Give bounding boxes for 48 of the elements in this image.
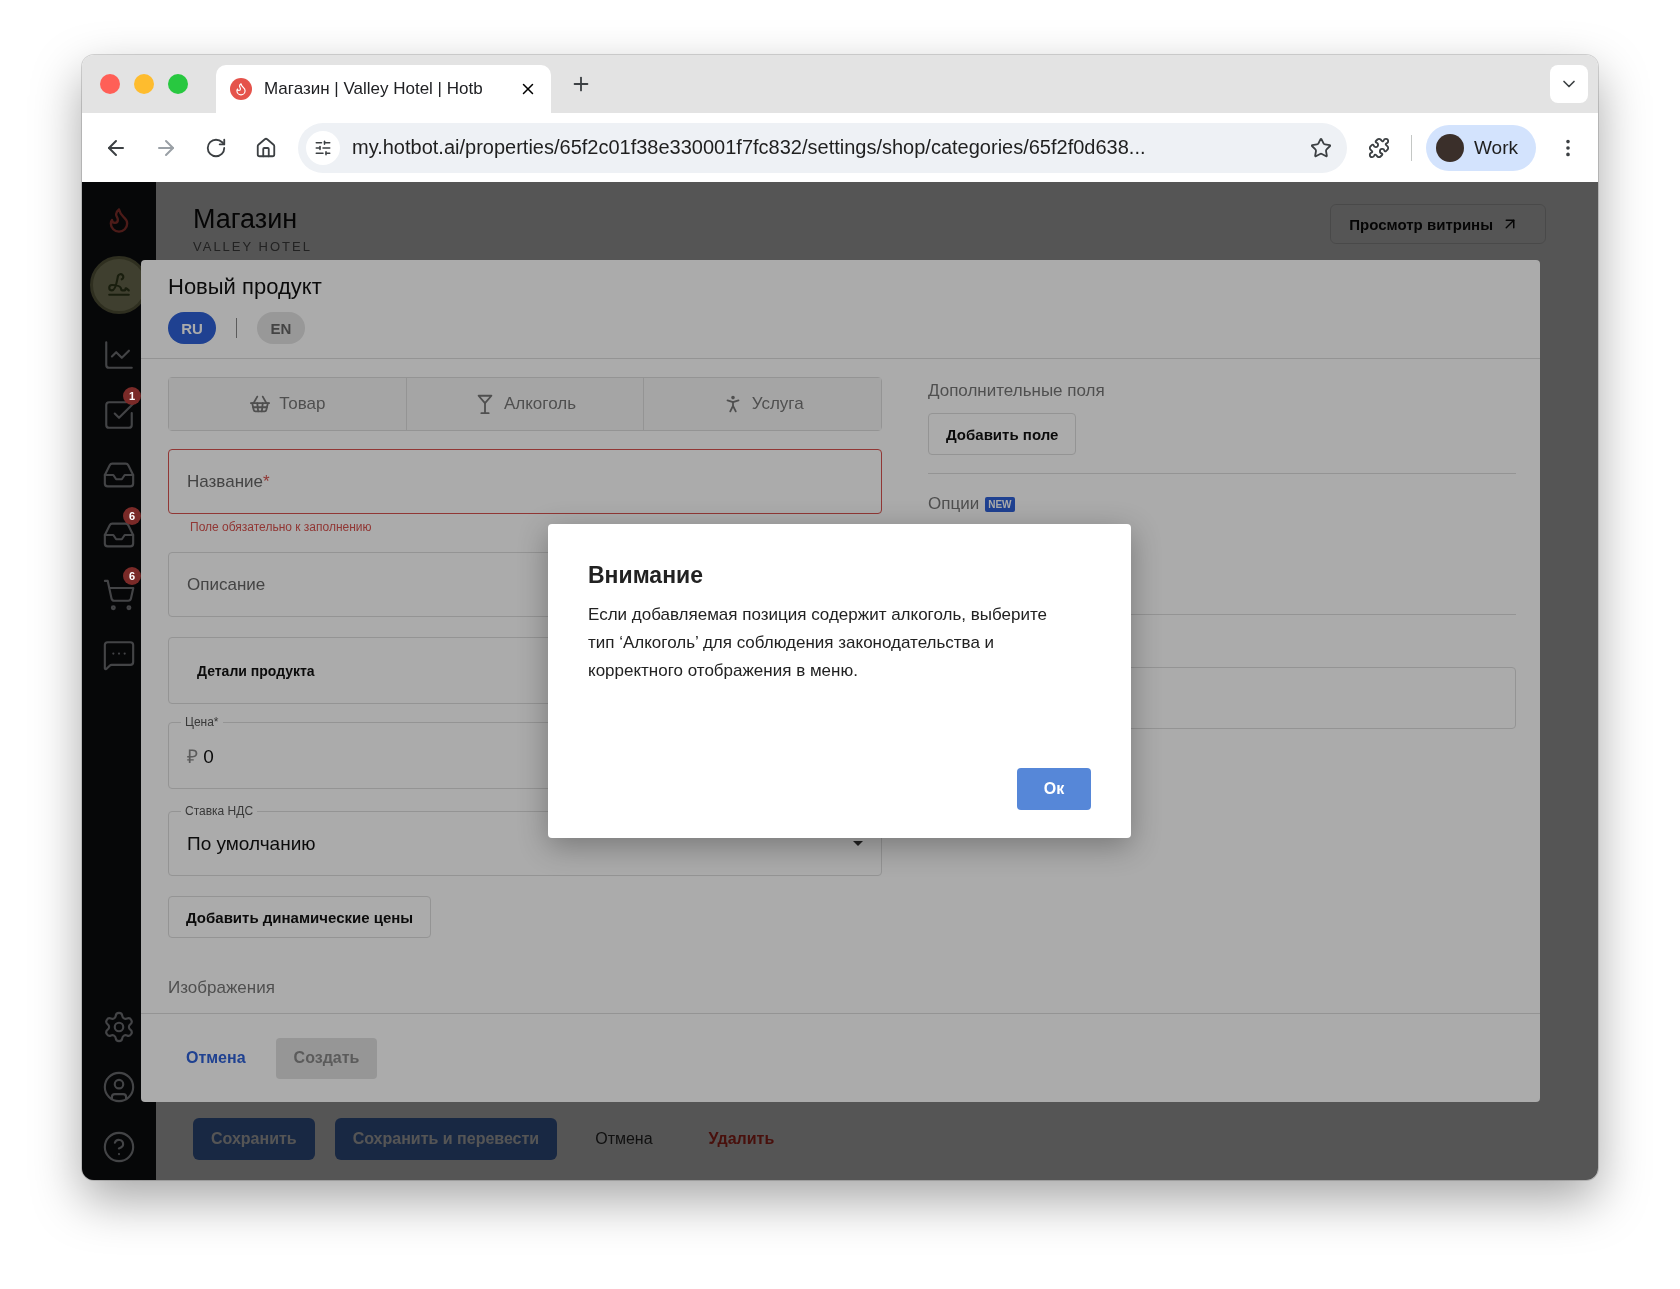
- input-field[interactable]: Название*: [168, 449, 882, 514]
- new-badge: NEW: [985, 496, 1015, 512]
- home-icon[interactable]: [255, 136, 277, 159]
- address-bar[interactable]: my.hotbot.ai/properties/65f2c01f38e330001f7fc832/settings/shop/categories/65f2f0d638...: [298, 122, 1347, 173]
- user-icon[interactable]: [102, 1070, 136, 1104]
- profile-button[interactable]: Work: [1426, 124, 1536, 171]
- storefront-button[interactable]: Просмотр витрины: [1330, 204, 1546, 244]
- count-badge: 6: [123, 567, 141, 585]
- add-dynamic-prices-button[interactable]: Добавить динамические цены: [168, 896, 432, 938]
- error-message: Поле обязательно к заполнению: [190, 520, 373, 534]
- delete-button[interactable]: Удалить: [690, 1118, 793, 1160]
- site-settings-button[interactable]: [306, 130, 340, 165]
- add-field-button[interactable]: Добавить поле: [928, 413, 1077, 455]
- tab-list-button[interactable]: [1550, 65, 1588, 103]
- chart-icon[interactable]: [102, 338, 136, 372]
- flame-icon: [230, 78, 252, 100]
- basket-icon: [249, 393, 272, 415]
- sliders-icon: [314, 138, 332, 157]
- cart-icon[interactable]: [102, 578, 136, 612]
- section-label: Дополнительные поля: [928, 381, 1106, 401]
- section-label: Опции: [928, 494, 980, 514]
- avatar: [1436, 133, 1464, 162]
- type-tab[interactable]: Товар: [169, 378, 406, 430]
- cancel-button[interactable]: Отмена: [168, 1037, 264, 1079]
- section-label: Изображения: [168, 978, 276, 998]
- type-tab[interactable]: Услуга: [643, 378, 881, 430]
- ok-button[interactable]: Ок: [1017, 768, 1091, 810]
- minimize-window-button[interactable]: [134, 74, 154, 94]
- settings-icon[interactable]: [102, 1010, 136, 1044]
- puzzle-icon[interactable]: [1368, 136, 1390, 159]
- maximize-window-button[interactable]: [168, 74, 188, 94]
- signature-icon: [106, 272, 132, 298]
- close-window-button[interactable]: [100, 74, 120, 94]
- page-title: Магазин: [193, 204, 299, 235]
- type-tab[interactable]: Алкоголь: [405, 378, 644, 430]
- browser-tab[interactable]: Магазин | Valley Hotel | Hotb: [216, 65, 551, 113]
- language-chip[interactable]: EN: [257, 312, 305, 344]
- help-icon[interactable]: [102, 1130, 136, 1164]
- dialog-title: Новый продукт: [168, 274, 323, 300]
- language-chip[interactable]: RU: [168, 312, 216, 344]
- checkbox-icon[interactable]: [102, 398, 136, 432]
- count-badge: 6: [123, 507, 141, 525]
- chat-icon[interactable]: [102, 638, 136, 672]
- cancel-button[interactable]: Отмена: [577, 1118, 671, 1160]
- count-badge: 1: [123, 387, 141, 405]
- bookmark-star-icon[interactable]: [1310, 136, 1332, 159]
- reload-icon[interactable]: [205, 136, 227, 159]
- alert-title: Внимание: [588, 562, 704, 589]
